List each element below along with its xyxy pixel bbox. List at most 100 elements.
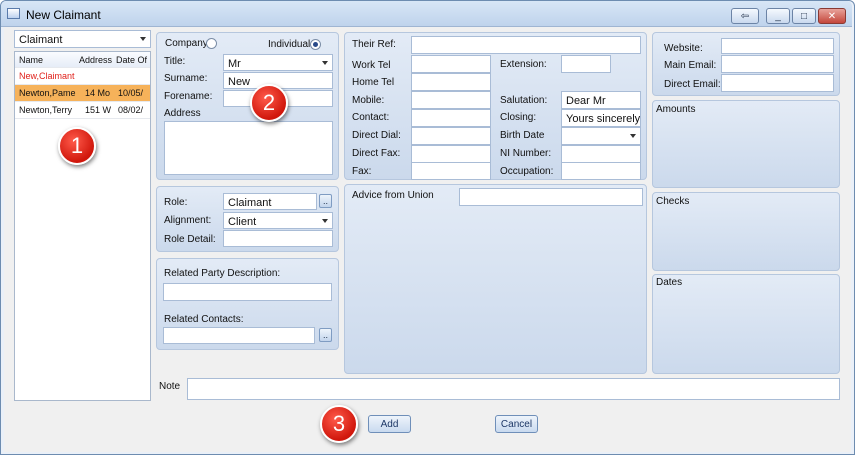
- cancel-button[interactable]: Cancel: [495, 415, 538, 433]
- col-address[interactable]: Address: [75, 55, 112, 65]
- table-row[interactable]: Newton,Terry 151 W 08/02/: [15, 102, 150, 119]
- role-detail-field[interactable]: [223, 230, 333, 247]
- home-tel-field[interactable]: [411, 73, 491, 91]
- row-address: 151 W: [85, 105, 112, 115]
- direct-dial-label: Direct Dial:: [352, 130, 401, 141]
- add-button[interactable]: Add: [368, 415, 411, 433]
- direct-fax-label: Direct Fax:: [352, 148, 401, 159]
- role-detail-label: Role Detail:: [164, 234, 216, 245]
- mobile-field[interactable]: [411, 91, 491, 109]
- contact-label: Contact:: [352, 112, 390, 123]
- note-field[interactable]: [187, 378, 840, 400]
- address-field[interactable]: [164, 121, 333, 175]
- mobile-label: Mobile:: [352, 95, 385, 106]
- checks-label: Checks: [656, 196, 690, 207]
- closing-field[interactable]: Yours sincerely: [561, 109, 641, 127]
- row-address: 14 Mo: [85, 88, 111, 98]
- salutation-field[interactable]: Dear Mr: [561, 91, 641, 109]
- row-name: Newton,Pame: [19, 88, 76, 98]
- direct-dial-field[interactable]: [411, 127, 491, 145]
- amounts-label: Amounts: [656, 104, 696, 115]
- individual-radio[interactable]: [310, 39, 321, 53]
- row-date: 08/02/: [118, 105, 144, 115]
- chevron-down-icon: [322, 61, 328, 65]
- address-label: Address: [164, 108, 201, 119]
- company-label: Company: [165, 38, 208, 49]
- role-label: Role:: [164, 197, 188, 208]
- app-icon: [7, 8, 20, 19]
- related-contacts-label: Related Contacts:: [164, 314, 244, 325]
- col-name[interactable]: Name: [15, 55, 75, 65]
- minimize-button[interactable]: _: [766, 8, 790, 24]
- individual-label: Individual: [268, 39, 311, 50]
- chevron-down-icon: [140, 37, 146, 41]
- table-row[interactable]: New,Claimant: [15, 68, 150, 85]
- main-email-field[interactable]: [721, 55, 834, 73]
- ni-number-label: NI Number:: [500, 148, 552, 159]
- role-field[interactable]: Claimant: [223, 193, 317, 210]
- row-name: Newton,Terry: [19, 105, 73, 115]
- direct-email-field[interactable]: [721, 74, 834, 92]
- advice-label: Advice from Union: [352, 190, 434, 201]
- callout-badge-3: 3: [320, 405, 358, 443]
- dates-label: Dates: [656, 277, 683, 288]
- their-ref-label: Their Ref:: [352, 39, 396, 50]
- maximize-button[interactable]: □: [792, 8, 816, 24]
- extension-label: Extension:: [500, 59, 547, 70]
- row-date: 10/05/: [118, 88, 144, 98]
- company-radio[interactable]: [206, 38, 217, 52]
- direct-fax-field[interactable]: [411, 145, 491, 163]
- title-value: Mr: [228, 58, 241, 70]
- role-browse-button[interactable]: ..: [319, 194, 332, 208]
- ni-number-field[interactable]: [561, 145, 641, 163]
- direct-email-label: Direct Email:: [664, 79, 721, 90]
- chevron-down-icon: [630, 134, 636, 138]
- dates-panel[interactable]: [652, 274, 840, 374]
- alignment-label: Alignment:: [164, 215, 212, 226]
- website-field[interactable]: [721, 38, 834, 54]
- close-button[interactable]: ✕: [818, 8, 846, 24]
- forename-label: Forename:: [164, 91, 213, 102]
- chevron-down-icon: [322, 219, 328, 223]
- alignment-combo[interactable]: Client: [223, 212, 333, 229]
- title-label: Title:: [164, 56, 186, 67]
- advice-panel: [344, 184, 647, 374]
- occupation-label: Occupation:: [500, 166, 554, 177]
- title-bar: [1, 1, 852, 27]
- related-contacts-field[interactable]: [163, 327, 315, 344]
- work-tel-field[interactable]: [411, 55, 491, 73]
- birth-date-label: Birth Date: [500, 130, 545, 141]
- grid-header: Name Address Date Of: [15, 52, 150, 68]
- related-desc-field[interactable]: [163, 283, 332, 301]
- related-desc-label: Related Party Description:: [164, 268, 281, 279]
- callout-badge-2: 2: [250, 84, 288, 122]
- title-combo[interactable]: Mr: [223, 54, 333, 71]
- main-email-label: Main Email:: [664, 60, 717, 71]
- callout-badge-1: 1: [58, 127, 96, 165]
- note-label: Note: [159, 381, 181, 392]
- advice-field[interactable]: [459, 188, 643, 206]
- occupation-field[interactable]: [561, 162, 641, 180]
- birth-date-picker[interactable]: [561, 127, 641, 145]
- back-window-icon[interactable]: ⇦: [731, 8, 759, 24]
- fax-label: Fax:: [352, 166, 372, 177]
- col-date[interactable]: Date Of: [112, 55, 150, 65]
- row-name: New,Claimant: [19, 71, 75, 81]
- related-browse-button[interactable]: ..: [319, 328, 332, 342]
- closing-label: Closing:: [500, 112, 537, 123]
- surname-label: Surname:: [164, 73, 208, 84]
- party-type-value: Claimant: [19, 34, 63, 46]
- extension-field[interactable]: [561, 55, 611, 73]
- their-ref-field[interactable]: [411, 36, 641, 54]
- salutation-label: Salutation:: [500, 95, 548, 106]
- claimant-grid[interactable]: Name Address Date Of New,Claimant Newton…: [14, 51, 151, 401]
- home-tel-label: Home Tel: [352, 77, 395, 88]
- party-type-combo[interactable]: Claimant: [14, 30, 151, 48]
- work-tel-label: Work Tel: [352, 60, 391, 71]
- website-label: Website:: [664, 43, 703, 54]
- contact-field[interactable]: [411, 109, 491, 127]
- alignment-value: Client: [228, 216, 257, 228]
- table-row-selected[interactable]: Newton,Pame 14 Mo 10/05/: [15, 85, 150, 102]
- window-title: New Claimant: [26, 8, 101, 22]
- fax-field[interactable]: [411, 162, 491, 180]
